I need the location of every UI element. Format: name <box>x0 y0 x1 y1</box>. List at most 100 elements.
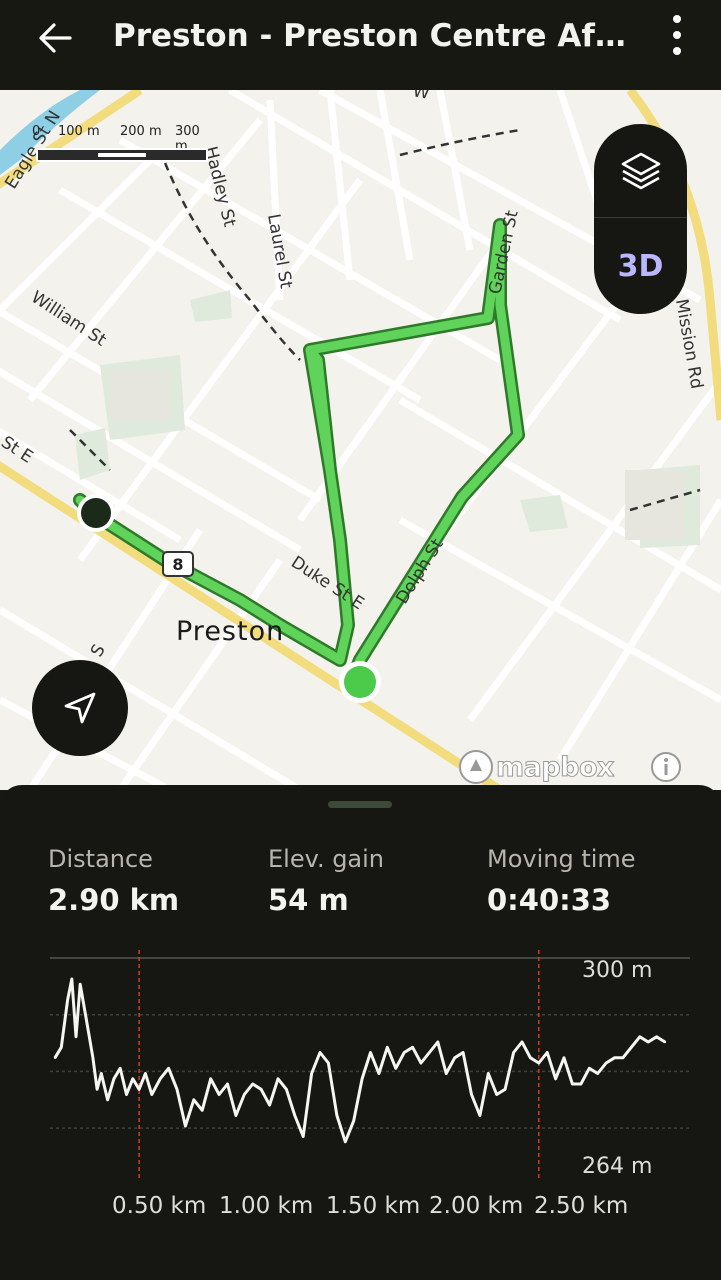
elevation-point <box>137 1088 141 1091</box>
x-tick-label: 2.50 km <box>534 1193 629 1219</box>
elevation-point <box>520 1040 524 1044</box>
elevation-point <box>529 1056 532 1059</box>
elevation-point <box>571 1082 574 1086</box>
end-marker[interactable] <box>344 666 376 698</box>
elevation-point <box>131 1077 135 1080</box>
elevation-point <box>655 1035 658 1038</box>
elevation-point <box>285 1088 288 1091</box>
stat-elevation-value: 54 m <box>268 883 349 917</box>
stat-distance-value: 2.90 km <box>48 883 180 917</box>
elevation-point <box>192 1098 196 1101</box>
elevation-point <box>394 1067 397 1070</box>
elevation-point <box>436 1040 440 1044</box>
street-label-duke: Duke St E <box>287 552 367 614</box>
back-button[interactable] <box>34 16 78 60</box>
attribution-info-button[interactable] <box>650 751 682 783</box>
elevation-point <box>335 1114 339 1117</box>
elevation-point <box>327 1061 330 1065</box>
scale-label-100: 100 m <box>58 124 100 139</box>
route-shield: 8 <box>172 555 183 574</box>
elevation-point <box>495 1093 498 1096</box>
mapbox-attribution[interactable]: mapbox <box>456 747 615 787</box>
start-marker[interactable] <box>81 498 111 528</box>
street-label-w: W <box>411 90 431 104</box>
route-map[interactable]: 8 Eagle St N William St Laurel St Hadley… <box>0 90 721 790</box>
controls-divider <box>594 217 687 218</box>
elevation-point <box>630 1046 633 1049</box>
page-title: Preston - Preston Centre Aftern… <box>113 18 633 54</box>
3d-toggle-button[interactable]: 3D <box>594 220 687 313</box>
elevation-point <box>60 1046 63 1049</box>
navigation-arrow-icon <box>64 692 96 724</box>
mapbox-wordmark: mapbox <box>496 751 615 783</box>
elevation-point <box>554 1077 557 1080</box>
layers-button[interactable] <box>594 124 687 217</box>
elevation-point <box>150 1093 153 1096</box>
elevation-point <box>175 1088 179 1091</box>
x-tick-label: 1.50 km <box>326 1193 421 1219</box>
elevation-point <box>562 1056 566 1059</box>
scale-bar: 0 100 m 200 m 300 m <box>32 124 212 168</box>
street-label-st-e: St E <box>0 432 36 467</box>
elevation-series-line <box>53 977 666 1144</box>
elevation-point <box>144 1072 147 1075</box>
stat-distance-label: Distance <box>48 845 153 873</box>
y-axis-label-max: 300 m <box>582 958 653 983</box>
stat-moving-time-value: 0:40:33 <box>487 883 612 917</box>
elevation-point <box>226 1082 229 1086</box>
elevation-point <box>95 1088 99 1091</box>
elevation-point <box>251 1082 254 1086</box>
elevation-point <box>158 1077 162 1080</box>
scale-label-0: 0 <box>32 124 41 139</box>
x-tick-label: 2.00 km <box>429 1193 524 1219</box>
stat-distance: Distance 2.90 km <box>48 845 179 917</box>
top-app-bar: Preston - Preston Centre Aftern… <box>0 0 721 90</box>
y-axis-label-min: 264 m <box>582 1154 653 1179</box>
elevation-point <box>369 1051 372 1054</box>
x-tick-label: 1.00 km <box>219 1193 314 1219</box>
arrow-left-icon <box>39 23 72 53</box>
elevation-point <box>91 1056 95 1059</box>
more-vertical-icon <box>673 15 681 55</box>
mapbox-logo-icon <box>459 750 493 784</box>
elevation-point <box>310 1072 313 1075</box>
elevation-point <box>100 1072 103 1075</box>
elevation-point <box>386 1046 389 1049</box>
elevation-point <box>201 1109 204 1112</box>
more-options-button[interactable] <box>664 12 690 58</box>
elevation-point <box>546 1051 549 1054</box>
place-label: Preston <box>176 616 284 647</box>
elevation-point <box>428 1051 431 1054</box>
elevation-point <box>293 1114 296 1117</box>
elevation-point <box>66 998 69 1002</box>
scale-bar-graphic <box>36 148 208 162</box>
elevation-point <box>445 1072 448 1075</box>
elevation-point <box>217 1093 221 1096</box>
stat-elevation-label: Elev. gain <box>268 845 385 873</box>
info-icon <box>651 752 681 782</box>
elevation-point <box>588 1067 591 1070</box>
elevation-point <box>663 1040 667 1044</box>
elevation-point <box>167 1067 170 1070</box>
elevation-point <box>604 1061 608 1065</box>
sheet-grabber[interactable] <box>328 801 392 808</box>
elevation-point <box>419 1061 423 1065</box>
elevation-point <box>646 1040 650 1044</box>
elevation-point <box>276 1077 280 1080</box>
street-label-laurel: Laurel St <box>263 212 296 290</box>
elevation-point <box>478 1114 482 1117</box>
layers-icon <box>621 152 660 189</box>
elevation-point <box>125 1093 128 1096</box>
elevation-point <box>487 1072 490 1075</box>
elevation-point <box>234 1114 238 1117</box>
recenter-button[interactable] <box>32 660 128 756</box>
elevation-point <box>360 1077 364 1080</box>
stat-moving-time: Moving time 0:40:33 <box>487 845 636 917</box>
elevation-point <box>638 1035 641 1038</box>
elevation-point <box>259 1088 263 1091</box>
elevation-point <box>579 1082 583 1086</box>
elevation-point <box>621 1056 625 1059</box>
stat-moving-time-label: Moving time <box>487 845 636 873</box>
elevation-point <box>453 1056 456 1059</box>
elevation-point <box>184 1124 187 1128</box>
